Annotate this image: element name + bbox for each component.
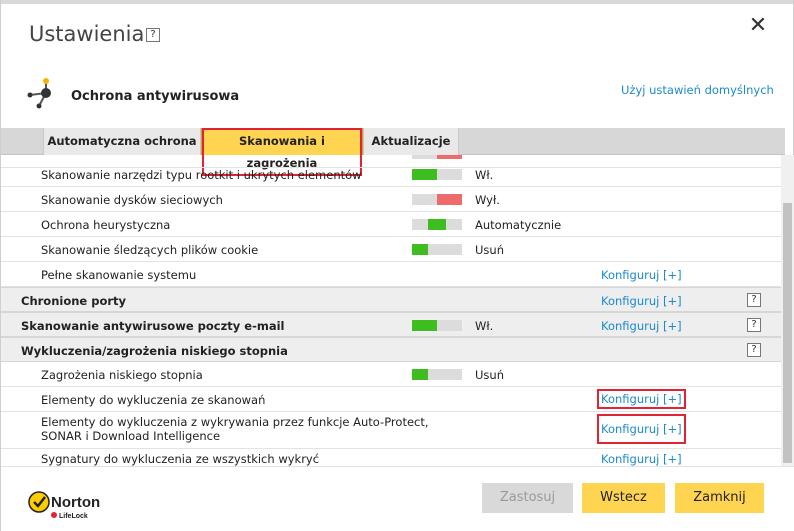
rootkit-scan-toggle[interactable] <box>412 169 462 180</box>
email-scan-help-icon[interactable]: ? <box>747 318 761 332</box>
list-item-tracking-cookies: Skanowanie śledzących plików cookie Usuń <box>1 237 781 262</box>
list-item-heuristic: Ochrona heurystyczna Automatycznie <box>1 212 781 237</box>
list-item-low-risk: Zagrożenia niskiego stopnia Usuń <box>1 362 781 387</box>
signature-exclusions-configure-link[interactable]: Konfiguruj [+] <box>601 452 682 466</box>
low-risk-status: Usuń <box>475 368 504 382</box>
section-exclusions: Wykluczenia/zagrożenia niskiego stopnia … <box>1 337 781 362</box>
dialog-footer: Norton LifeLock Zastosuj Wstecz Zamknij <box>1 466 794 531</box>
autoprotect-exclusions-configure-link[interactable]: Konfiguruj [+] <box>597 414 686 444</box>
back-button[interactable]: Wstecz <box>582 483 665 513</box>
tracking-cookies-status: Usuń <box>475 243 504 257</box>
section-email-scan: Skanowanie antywirusowe poczty e-mail Wł… <box>1 312 781 337</box>
section-protected-ports: Chronione porty Konfiguruj [+] ? <box>1 287 781 312</box>
list-item-autoprotect-exclusions: Elementy do wykluczenia z wykrywania prz… <box>1 412 781 449</box>
tab-scans-and-threats[interactable]: Skanowania i zagrożenia <box>201 128 363 176</box>
close-icon[interactable]: ✕ <box>748 15 768 37</box>
heuristic-label: Ochrona heurystyczna <box>41 218 171 232</box>
exclusions-label: Wykluczenia/zagrożenia niskiego stopnia <box>21 344 288 358</box>
protected-ports-label: Chronione porty <box>21 294 127 308</box>
rootkit-scan-status: Wł. <box>475 168 494 182</box>
list-scrollbar[interactable] <box>781 155 794 466</box>
autoprotect-exclusions-label-line1: Elementy do wykluczenia z wykrywania prz… <box>41 415 429 429</box>
list-item-full-scan: Pełne skanowanie systemu Konfiguruj [+] <box>1 262 781 287</box>
scrollbar-thumb[interactable] <box>783 203 792 463</box>
full-scan-configure-link[interactable]: Konfiguruj [+] <box>601 268 682 282</box>
product-title: Ochrona antywirusowa <box>71 89 240 104</box>
antivirus-product-icon <box>27 78 51 109</box>
tab-auto-protect[interactable]: Automatyczna ochrona <box>43 128 201 155</box>
tab-auto-protect-label: Automatyczna ochrona <box>47 134 197 148</box>
apply-button[interactable]: Zastosuj <box>482 483 573 513</box>
protected-ports-configure-link[interactable]: Konfiguruj [+] <box>601 294 682 308</box>
heuristic-toggle[interactable] <box>412 219 462 230</box>
exclusions-help-icon[interactable]: ? <box>747 343 761 357</box>
protected-ports-help-icon[interactable]: ? <box>747 293 761 307</box>
signature-exclusions-label: Sygnatury do wykluczenia ze wszystkich w… <box>41 452 320 466</box>
autoprotect-exclusions-label: Elementy do wykluczenia z wykrywania prz… <box>41 415 429 443</box>
scan-exclusions-label: Elementy do wykluczenia ze skanowań <box>41 393 266 407</box>
heuristic-status: Automatycznie <box>475 218 562 232</box>
low-risk-toggle[interactable] <box>412 369 462 380</box>
settings-dialog: Ustawienia ? ✕ Ochrona antywirusowa Użyj… <box>0 0 794 531</box>
scan-exclusions-configure-link[interactable]: Konfiguruj [+] <box>597 389 686 409</box>
svg-text:Norton: Norton <box>51 494 100 511</box>
email-scan-label: Skanowanie antywirusowe poczty e-mail <box>21 319 285 333</box>
full-scan-label: Pełne skanowanie systemu <box>41 268 197 282</box>
tab-updates[interactable]: Aktualizacje <box>363 128 459 155</box>
settings-list[interactable]: Skanowanie narzędzi typu rootkit i ukryt… <box>1 155 781 466</box>
email-scan-status: Wł. <box>475 319 494 333</box>
network-drives-status: Wył. <box>475 193 500 207</box>
email-scan-configure-link[interactable]: Konfiguruj [+] <box>601 319 682 333</box>
use-defaults-link[interactable]: Użyj ustawień domyślnych <box>621 83 774 97</box>
network-drives-label: Skanowanie dysków sieciowych <box>41 193 223 207</box>
tab-updates-label: Aktualizacje <box>371 134 451 148</box>
norton-logo: Norton LifeLock <box>28 491 100 520</box>
list-item-rootkit-scan: Skanowanie narzędzi typu rootkit i ukryt… <box>1 162 781 187</box>
email-scan-toggle[interactable] <box>412 320 462 331</box>
list-item-scan-exclusions: Elementy do wykluczenia ze skanowań Konf… <box>1 387 781 412</box>
toggle-partial[interactable] <box>412 155 462 159</box>
list-item-network-drives: Skanowanie dysków sieciowych Wył. <box>1 187 781 212</box>
low-risk-label: Zagrożenia niskiego stopnia <box>41 368 203 382</box>
title-help-icon[interactable]: ? <box>146 28 160 42</box>
autoprotect-exclusions-label-line2: SONAR i Download Intelligence <box>41 429 221 443</box>
tracking-cookies-toggle[interactable] <box>412 244 462 255</box>
rootkit-scan-label: Skanowanie narzędzi typu rootkit i ukryt… <box>41 168 362 182</box>
window-title: Ustawienia <box>29 22 145 46</box>
close-button[interactable]: Zamknij <box>675 483 764 513</box>
tracking-cookies-label: Skanowanie śledzących plików cookie <box>41 243 259 257</box>
tab-bar: Automatyczna ochrona Skanowania i zagroż… <box>1 128 785 176</box>
svg-text:LifeLock: LifeLock <box>59 513 88 520</box>
list-item-signature-exclusions: Sygnatury do wykluczenia ze wszystkich w… <box>1 449 781 466</box>
network-drives-toggle[interactable] <box>412 194 462 205</box>
